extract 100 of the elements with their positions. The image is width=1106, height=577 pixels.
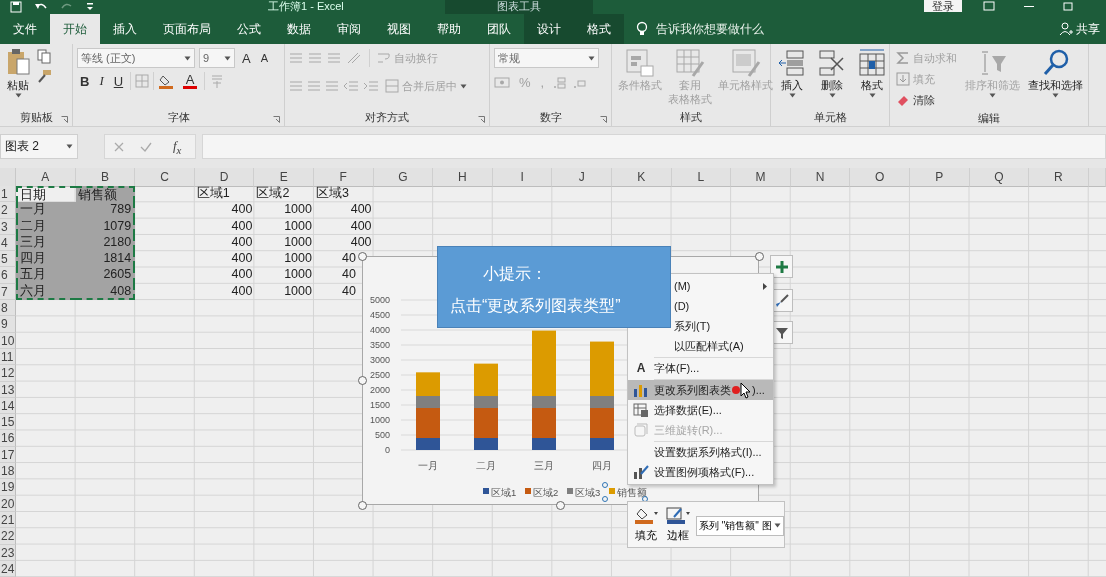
bar-segment[interactable]	[416, 438, 440, 450]
cells-button[interactable]: 插入	[775, 48, 809, 98]
bold-button[interactable]: B	[77, 72, 93, 90]
name-box[interactable]: 图表 2	[0, 134, 78, 159]
bar-segment[interactable]	[590, 396, 614, 408]
bar-segment[interactable]	[474, 408, 498, 438]
legend-item[interactable]: 区域3	[567, 487, 601, 498]
bar-segment[interactable]	[416, 396, 440, 408]
font-size-field[interactable]: 9	[199, 48, 235, 68]
row-header[interactable]: 15	[0, 414, 16, 431]
row-header[interactable]: 1	[0, 186, 16, 203]
bar-segment[interactable]	[532, 408, 556, 438]
grow-font-button[interactable]: A	[239, 49, 254, 67]
cells-button[interactable]: 格式	[855, 48, 889, 98]
ribbon-tab[interactable]: 帮助	[424, 14, 474, 44]
bar-segment[interactable]	[474, 438, 498, 450]
row-header[interactable]: 12	[0, 365, 16, 382]
ribbon-tab[interactable]: 公式	[224, 14, 274, 44]
shrink-font-button[interactable]: A	[257, 51, 271, 65]
bar-segment[interactable]	[532, 396, 556, 408]
bar-segment[interactable]	[416, 372, 440, 396]
column-header[interactable]: O	[850, 168, 910, 187]
ribbon-tab[interactable]: 视图	[374, 14, 424, 44]
bar-segment[interactable]	[532, 438, 556, 450]
ribbon-tab[interactable]: 格式	[574, 14, 624, 44]
share-button[interactable]: 共享	[1053, 14, 1106, 44]
menu-item[interactable]: 更改系列图表类 )...	[628, 380, 773, 400]
fill-button[interactable]: 填充	[632, 506, 660, 543]
underline-button[interactable]: U	[110, 72, 127, 90]
axis-category-label: 三月	[534, 460, 554, 471]
resize-handle[interactable]	[755, 252, 764, 261]
table-cell-text: 400	[230, 234, 254, 251]
row-header[interactable]: 22	[0, 528, 16, 545]
ribbon-tab[interactable]: 数据	[274, 14, 324, 44]
row-header[interactable]: 8	[0, 300, 16, 317]
paste-button[interactable]: 粘贴	[4, 48, 32, 98]
border-button[interactable]: 边框	[664, 506, 692, 543]
column-header[interactable]: D	[194, 168, 255, 187]
add-element-button[interactable]	[770, 255, 793, 278]
selection-handle[interactable]	[602, 482, 608, 488]
legend-item[interactable]: 区域1	[483, 487, 517, 498]
bar-segment[interactable]	[532, 330, 556, 396]
row-header[interactable]: 9	[0, 316, 16, 333]
font-color-button[interactable]: A	[180, 72, 201, 90]
bar-segment[interactable]	[474, 396, 498, 408]
ribbon-tab[interactable]: 插入	[100, 14, 150, 44]
legend-item[interactable]: 销售额	[609, 487, 647, 498]
resize-handle[interactable]	[358, 376, 367, 385]
table-cell-text: 40	[341, 267, 356, 284]
tip-title: 小提示：	[483, 264, 547, 284]
selection-handle[interactable]	[602, 496, 608, 502]
ribbon-tab[interactable]: 团队	[474, 14, 524, 44]
tell-me-field[interactable]: 告诉我你想要做什么	[656, 20, 764, 38]
column-header[interactable]: R	[1029, 168, 1089, 187]
column-header[interactable]: K	[611, 168, 672, 187]
column-header[interactable]: L	[671, 168, 732, 187]
row-header[interactable]: 18	[0, 463, 16, 480]
cells-button[interactable]: 删除	[815, 48, 849, 98]
ribbon-tab[interactable]: 开始	[50, 14, 100, 44]
ribbon-tab[interactable]: 页面布局	[150, 14, 224, 44]
column-header[interactable]: H	[433, 168, 493, 187]
column-header[interactable]: N	[790, 168, 851, 187]
resize-handle[interactable]	[358, 501, 367, 510]
row-header[interactable]: 19	[0, 479, 16, 496]
bar-segment[interactable]	[590, 408, 614, 438]
resize-handle[interactable]	[556, 501, 565, 510]
bar-segment[interactable]	[590, 438, 614, 450]
number-format-field[interactable]: 常规	[494, 48, 599, 68]
row-header[interactable]: 2	[0, 202, 16, 219]
column-header[interactable]: P	[909, 168, 970, 187]
row-header[interactable]: 6	[0, 267, 16, 284]
bar-segment[interactable]	[416, 408, 440, 438]
column-header[interactable]: C	[135, 168, 195, 187]
ribbon-tab[interactable]: 文件	[0, 14, 50, 44]
column-header[interactable]: I	[492, 168, 553, 187]
column-header[interactable]: E	[254, 168, 314, 187]
caret-icon	[868, 93, 876, 98]
table-cell-text: 400	[349, 234, 373, 251]
italic-button[interactable]: I	[96, 72, 107, 90]
selection-handle[interactable]	[642, 496, 648, 502]
row-header[interactable]: 5	[0, 251, 16, 268]
editing-button[interactable]: 清除	[894, 90, 959, 110]
column-header[interactable]: A	[16, 168, 76, 187]
ribbon-tab[interactable]: 设计	[524, 14, 574, 44]
ribbon-tab[interactable]: 审阅	[324, 14, 374, 44]
column-header[interactable]: G	[373, 168, 434, 187]
column-header[interactable]: F	[313, 168, 374, 187]
bar-segment[interactable]	[590, 341, 614, 396]
column-header[interactable]: J	[552, 168, 612, 187]
series-picker[interactable]: 系列 "销售额" 图	[696, 515, 784, 536]
legend-item[interactable]: 区域2	[525, 487, 559, 498]
column-header[interactable]: M	[731, 168, 791, 187]
row-header[interactable]: 16	[0, 430, 16, 447]
resize-handle[interactable]	[358, 252, 367, 261]
sign-in-button[interactable]: 登录	[924, 0, 962, 12]
formula-input[interactable]	[202, 134, 1106, 159]
font-name-field[interactable]: 等线 (正文)	[77, 48, 195, 68]
column-header[interactable]: Q	[969, 168, 1030, 187]
bar-segment[interactable]	[474, 363, 498, 396]
editing-button[interactable]: 查找和选择	[1026, 48, 1085, 98]
